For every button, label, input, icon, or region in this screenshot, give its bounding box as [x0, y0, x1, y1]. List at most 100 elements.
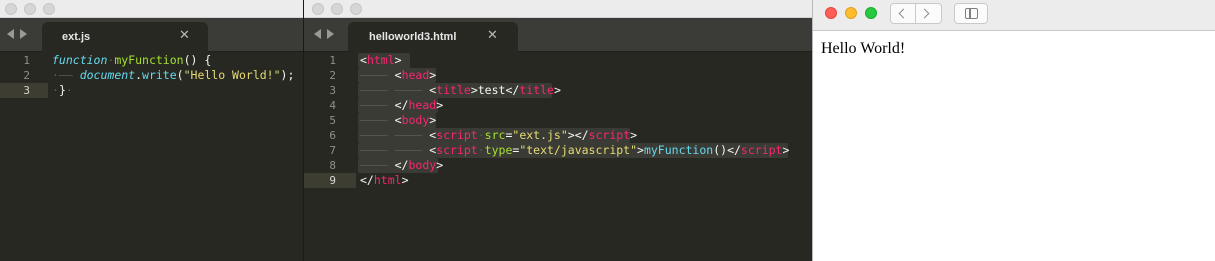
punct-token: > [630, 128, 638, 142]
attr-token: type [484, 143, 513, 157]
line-number: 9 [329, 174, 336, 187]
tag-token: html [366, 53, 395, 67]
editor-titlebar [304, 0, 812, 18]
function-call-token: myFunction [643, 143, 714, 157]
code-area[interactable]: 1 2 3 4 5 6 7 8 9 <html> ———— <head> ———… [304, 52, 812, 261]
code-line-3: ———— ———— <title>test</title> [360, 83, 561, 97]
close-icon[interactable]: ✕ [179, 28, 190, 43]
tab-ext-js[interactable]: ext.js ✕ [42, 22, 208, 52]
punct-token: > [436, 158, 444, 172]
sidebar-button[interactable] [954, 3, 988, 24]
code-line-4: ———— </head> [360, 98, 444, 112]
keyword-token: function [52, 53, 108, 67]
punct-token: < [394, 113, 402, 127]
nav-forward-arrow-icon[interactable] [20, 29, 27, 39]
editor-window-helloworld3: helloworld3.html ✕ 1 2 3 4 5 6 7 8 9 <ht… [304, 0, 812, 261]
minimize-window-button[interactable] [331, 3, 343, 15]
nav-arrows-icon[interactable] [314, 29, 338, 41]
code-line-5: ———— <body> [360, 113, 437, 127]
back-button[interactable] [890, 3, 916, 24]
tab-label: ext.js [62, 31, 91, 43]
line-number: 6 [329, 129, 336, 142]
tag-token: head [408, 98, 437, 112]
punct-token: . [135, 68, 143, 82]
close-icon[interactable]: ✕ [487, 28, 498, 43]
punct-token: > [637, 143, 644, 157]
line-number: 7 [329, 144, 336, 157]
sidebar-icon [965, 8, 978, 19]
close-window-button[interactable] [5, 3, 17, 15]
punct-token: () { [183, 53, 212, 67]
punct-token: </ [727, 143, 741, 157]
nav-back-arrow-icon[interactable] [314, 29, 321, 39]
tag-token: head [401, 68, 430, 82]
tag-token: html [373, 173, 402, 187]
tag-token: title [519, 83, 554, 97]
tab-bar: ext.js ✕ [0, 18, 303, 52]
nav-forward-arrow-icon[interactable] [327, 29, 334, 39]
zoom-window-button[interactable] [865, 7, 877, 19]
tag-token: script [436, 128, 478, 142]
string-token: "Hello World!" [183, 68, 281, 82]
line-number: 1 [23, 54, 30, 67]
string-token: "ext.js" [512, 128, 568, 142]
tab-helloworld3-html[interactable]: helloworld3.html ✕ [348, 22, 518, 52]
line-number: 3 [329, 84, 336, 97]
tab-label: helloworld3.html [369, 31, 457, 43]
code-area[interactable]: 1 2 3 function·myFunction() { ·—— docume… [0, 52, 303, 261]
attr-token: src [484, 128, 506, 142]
line-number: 3 [23, 84, 30, 97]
line-number: 1 [329, 54, 336, 67]
tab-bar: helloworld3.html ✕ [304, 18, 812, 52]
code-line-7: ———— ———— <script·type="text/javascript"… [360, 143, 790, 157]
editor-titlebar [0, 0, 303, 18]
code-line-8: ———— </body> [360, 158, 444, 172]
tag-token: title [436, 83, 471, 97]
punct-token: > [429, 113, 437, 127]
line-number: 8 [329, 159, 336, 172]
close-window-button[interactable] [825, 7, 837, 19]
code-line-1: <html> [360, 53, 402, 68]
punct-token: () [713, 143, 728, 157]
punct-token: > [782, 143, 790, 157]
zoom-window-button[interactable] [43, 3, 55, 15]
page-content-text: Hello World! [821, 40, 906, 57]
line-number: 2 [23, 69, 30, 82]
browser-window: Hello World! [812, 0, 1215, 261]
code-line-9: </html> [360, 173, 409, 188]
code-line-1: function·myFunction() { [52, 53, 212, 67]
tag-token: script [436, 143, 478, 157]
code-line-2: ———— <head> [360, 68, 437, 82]
punct-token: > [394, 53, 402, 67]
function-name-token: myFunction [114, 53, 184, 67]
punct-token: > [567, 128, 575, 142]
punct-token: > [401, 173, 409, 187]
object-token: document [79, 68, 136, 82]
tag-token: script [740, 143, 783, 157]
punct-token: ( [176, 68, 184, 82]
line-number: 5 [329, 114, 336, 127]
tag-token: script [588, 128, 631, 142]
line-number: 4 [329, 99, 336, 112]
punct-token: </ [394, 98, 409, 112]
punct-token: > [470, 83, 478, 97]
text-token: test [477, 83, 506, 97]
forward-button[interactable] [916, 3, 942, 24]
editor-window-ext-js: ext.js ✕ 1 2 3 function·myFunction() { ·… [0, 0, 304, 261]
punct-token: < [360, 53, 367, 67]
punct-token: > [429, 68, 437, 82]
code-line-6: ———— ———— <script·src="ext.js"></script> [360, 128, 638, 142]
nav-back-arrow-icon[interactable] [7, 29, 14, 39]
punct-token: > [553, 83, 561, 97]
minimize-window-button[interactable] [24, 3, 36, 15]
tag-token: body [401, 113, 430, 127]
minimize-window-button[interactable] [845, 7, 857, 19]
punct-token: ); [280, 68, 295, 82]
punct-token: </ [505, 83, 520, 97]
close-window-button[interactable] [312, 3, 324, 15]
nav-arrows-icon[interactable] [7, 29, 31, 41]
tag-token: body [408, 158, 437, 172]
zoom-window-button[interactable] [350, 3, 362, 15]
chevron-right-icon [919, 8, 930, 19]
punct-token: </ [360, 173, 374, 187]
